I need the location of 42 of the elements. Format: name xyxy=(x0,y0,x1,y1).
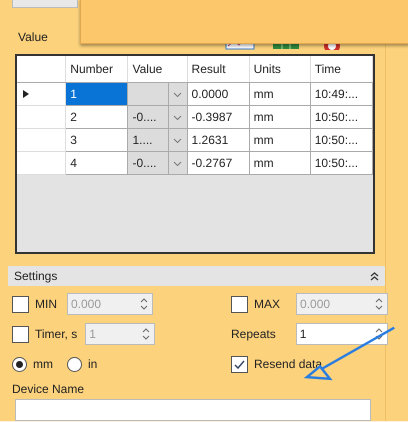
repeats-label: Repeats xyxy=(231,327,276,341)
table-cell: 0.0000 xyxy=(187,82,250,106)
dropdown-icon[interactable] xyxy=(168,152,188,174)
max-label: MAX xyxy=(254,297,280,311)
table-cell: 3 xyxy=(66,128,128,152)
device-name-field[interactable] xyxy=(15,399,371,421)
table-cell: 1.2631 xyxy=(187,128,250,152)
check-icon xyxy=(234,358,245,370)
panel-title: Value xyxy=(18,30,48,44)
table-cell[interactable]: -0.... xyxy=(128,152,168,174)
dropdown-icon[interactable] xyxy=(168,82,188,106)
table-cell[interactable] xyxy=(128,82,168,106)
radio-button[interactable] xyxy=(12,356,27,372)
settings-header[interactable]: Settings xyxy=(8,266,385,286)
table-cell: 2 xyxy=(66,106,128,128)
table-cell: -0.3987 xyxy=(187,106,250,128)
min-label: MIN xyxy=(35,297,57,311)
collapse-icon[interactable] xyxy=(370,272,379,280)
table-cell: -0.2767 xyxy=(187,152,250,174)
table-cell: 10:50:... xyxy=(310,106,372,128)
device-name-label: Device Name xyxy=(12,382,86,396)
table-cell: 10:50:... xyxy=(310,152,372,174)
dropdown-icon[interactable] xyxy=(168,106,188,128)
unit-label: mm xyxy=(33,357,53,371)
timer-label: Timer, s xyxy=(35,327,78,341)
table-cell: 10:49:... xyxy=(310,82,372,106)
unit-label: in xyxy=(88,357,98,371)
table-cell: mm xyxy=(249,106,310,128)
number-spinner[interactable]: 1 xyxy=(296,323,388,345)
table-cell: 4 xyxy=(66,152,128,174)
table-cell[interactable]: -0.... xyxy=(128,106,168,128)
dropdown-icon[interactable] xyxy=(168,128,188,152)
current-row-icon xyxy=(23,90,29,98)
table-cell: mm xyxy=(249,128,310,152)
checkbox[interactable] xyxy=(231,356,248,372)
radio-button[interactable] xyxy=(67,356,82,372)
table-cell[interactable]: 1.... xyxy=(128,128,168,152)
spin-arrows-icon[interactable] xyxy=(374,327,384,341)
table-cell: 10:50:... xyxy=(310,128,372,152)
table-cell: mm xyxy=(249,152,310,174)
table-cell: mm xyxy=(249,82,310,106)
table-cell: 1 xyxy=(66,82,128,106)
